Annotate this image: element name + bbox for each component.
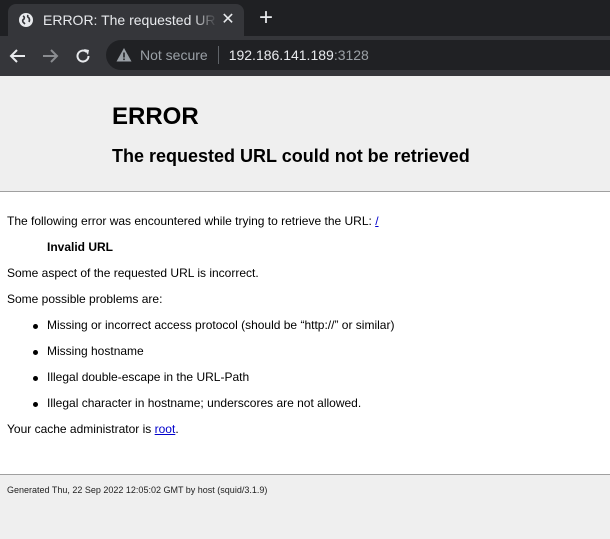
admin-email-link[interactable]: root [155, 422, 176, 436]
tab-title: ERROR: The requested URL could not be re… [43, 12, 217, 28]
browser-toolbar: Not secure 192.186.141.189 :3128 [0, 36, 610, 76]
globe-icon [18, 12, 34, 28]
new-tab-button[interactable]: + [256, 6, 276, 30]
intro-text: The following error was encountered whil… [7, 214, 376, 228]
warning-icon[interactable] [116, 47, 132, 63]
problems-label: Some possible problems are: [7, 292, 163, 306]
security-label[interactable]: Not secure [140, 47, 208, 63]
admin-paragraph: Your cache administrator is root. [7, 422, 179, 436]
omnibox-divider [217, 46, 219, 64]
url-host[interactable]: 192.186.141.189 [229, 47, 334, 63]
error-header: ERROR The requested URL could not be ret… [0, 76, 610, 192]
page-footer: Generated Thu, 22 Sep 2022 12:05:02 GMT … [0, 474, 610, 539]
list-item: Missing or incorrect access protocol (sh… [33, 318, 394, 332]
error-name: Invalid URL [47, 240, 114, 254]
close-tab-icon[interactable]: ✕ [220, 12, 236, 28]
page-subtitle: The requested URL could not be retrieved [112, 146, 470, 166]
url-port[interactable]: :3128 [334, 47, 369, 63]
intro-paragraph: The following error was encountered whil… [7, 214, 379, 228]
page-title: ERROR [112, 103, 199, 130]
back-icon[interactable] [8, 46, 28, 66]
admin-suffix: . [175, 422, 179, 436]
error-content: The following error was encountered whil… [0, 192, 610, 474]
admin-text: Your cache administrator is [7, 422, 155, 436]
list-item: Missing hostname [33, 344, 144, 358]
tab-strip: ERROR: The requested URL could not be re… [0, 0, 610, 36]
footer-text: Generated Thu, 22 Sep 2022 12:05:02 GMT … [7, 485, 268, 495]
error-description: Some aspect of the requested URL is inco… [7, 266, 259, 280]
list-item: Illegal double-escape in the URL-Path [33, 370, 249, 384]
reload-icon[interactable] [73, 46, 93, 66]
forward-icon[interactable] [40, 46, 60, 66]
requested-url-link[interactable]: / [375, 214, 378, 228]
browser-tab[interactable]: ERROR: The requested URL could not be re… [8, 4, 244, 36]
list-item: Illegal character in hostname; underscor… [33, 396, 361, 410]
address-bar[interactable]: Not secure 192.186.141.189 :3128 [106, 40, 610, 70]
